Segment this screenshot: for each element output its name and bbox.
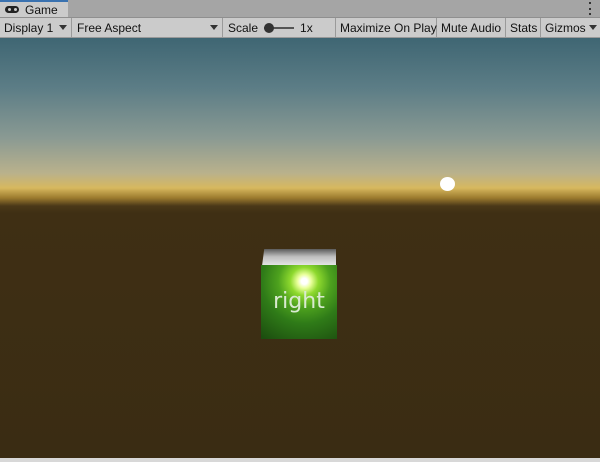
mute-audio-toggle[interactable]: Mute Audio <box>437 18 506 37</box>
stats-toggle[interactable]: Stats <box>506 18 541 37</box>
bottom-edge <box>0 458 600 462</box>
game-toolbar: Display 1 Free Aspect Scale 1x Maximize … <box>0 18 600 38</box>
scale-control: Scale 1x <box>223 18 336 37</box>
stats-label: Stats <box>510 20 538 35</box>
tab-game-label: Game <box>25 2 58 17</box>
maximize-on-play-toggle[interactable]: Maximize On Play <box>336 18 437 37</box>
gamepad-icon <box>5 5 21 14</box>
scale-value: 1x <box>300 20 313 35</box>
tab-bar: Game <box>0 0 600 18</box>
tab-game[interactable]: Game <box>0 0 68 17</box>
display-dropdown-label: Display 1 <box>4 20 54 35</box>
gizmos-dropdown[interactable]: Gizmos <box>541 18 600 37</box>
game-viewport[interactable]: right <box>0 38 600 462</box>
gizmos-label: Gizmos <box>545 20 586 35</box>
mute-audio-label: Mute Audio <box>441 20 502 35</box>
display-dropdown[interactable]: Display 1 <box>0 18 72 37</box>
aspect-dropdown-label: Free Aspect <box>77 20 142 35</box>
maximize-on-play-label: Maximize On Play <box>340 20 437 35</box>
scale-label: Scale <box>228 20 259 35</box>
chevron-down-icon <box>589 25 597 30</box>
chevron-down-icon <box>210 25 218 30</box>
aspect-dropdown[interactable]: Free Aspect <box>73 18 223 37</box>
cube-label: right <box>273 288 325 314</box>
more-options-icon[interactable] <box>588 2 592 15</box>
scale-slider[interactable] <box>264 22 295 33</box>
chevron-down-icon <box>59 25 67 30</box>
sun <box>440 177 455 191</box>
slider-knob[interactable] <box>264 22 275 33</box>
cube: right <box>261 265 337 339</box>
cube-top-face <box>262 249 336 266</box>
